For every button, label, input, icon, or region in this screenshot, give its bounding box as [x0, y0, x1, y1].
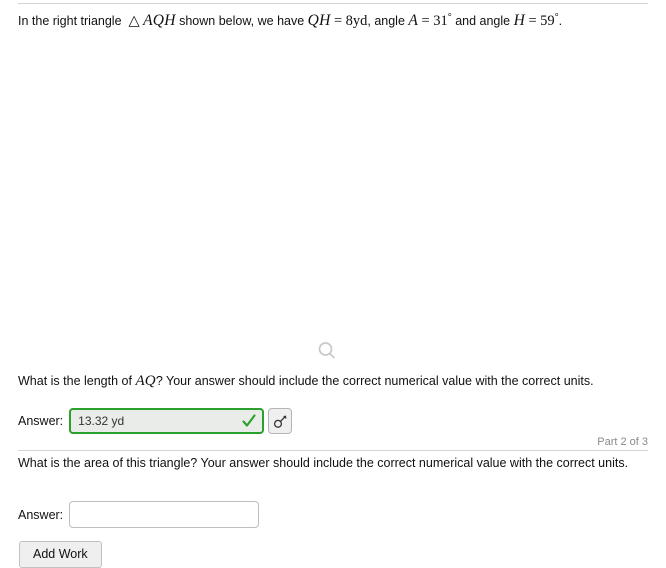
problem-lead: In the right triangle [18, 14, 122, 29]
question-part2: What is the length of AQ? Your answer sh… [18, 373, 658, 390]
part-divider [18, 450, 648, 451]
checkmark-icon [242, 414, 256, 427]
answer-input-part3[interactable] [69, 501, 260, 528]
part-indicator: Part 2 of 3 [597, 436, 648, 448]
answer-row-part2: Answer: 13.32 yd [18, 408, 293, 434]
search-icon-svg [318, 342, 335, 359]
top-divider [18, 3, 648, 4]
equals-sign-2: = [421, 13, 430, 30]
triangle-name: AQH [143, 12, 176, 30]
angle-a-value: 31 [433, 13, 448, 30]
degree-symbol-1: ° [447, 12, 452, 23]
question-part2-lead: What is the length of [18, 374, 132, 388]
question-part2-math: AQ [135, 373, 156, 389]
problem-statement: In the right triangle △ AQH shown below,… [18, 9, 658, 30]
answer-label-part2: Answer: [18, 414, 64, 428]
problem-mid: shown below, we have [179, 14, 305, 29]
equals-sign-3: = [528, 13, 537, 30]
triangle-diagram-svg: A N H Q 31° 59° x 8 yd [0, 110, 666, 295]
answer-key-button[interactable] [268, 408, 293, 434]
angle-h-name: H [513, 12, 526, 30]
question-part3: What is the area of this triangle? Your … [18, 456, 629, 470]
add-work-button[interactable]: Add Work [19, 541, 102, 568]
search-icon[interactable] [316, 340, 338, 362]
key-icon [273, 415, 287, 428]
triangle-figure: A N H Q 31° 59° x 8 yd [0, 110, 666, 295]
triangle-symbol: △ [128, 13, 140, 30]
angle-a-phrase: , angle [367, 14, 405, 29]
equals-sign-1: = [333, 13, 343, 30]
answer-row-part3: Answer: [18, 501, 260, 528]
problem-and: and angle [455, 14, 511, 29]
side-qh-value: 8yd [345, 13, 368, 30]
answer-input-part2[interactable]: 13.32 yd [69, 408, 265, 434]
angle-a-name: A [408, 12, 419, 30]
answer-value-part2: 13.32 yd [78, 414, 125, 428]
side-qh-label: QH [307, 12, 331, 30]
problem-period: . [558, 14, 563, 29]
question-part2-rest: ? Your answer should include the correct… [155, 374, 594, 388]
angle-h-value: 59 [540, 13, 555, 30]
answer-label-part3: Answer: [18, 507, 64, 522]
